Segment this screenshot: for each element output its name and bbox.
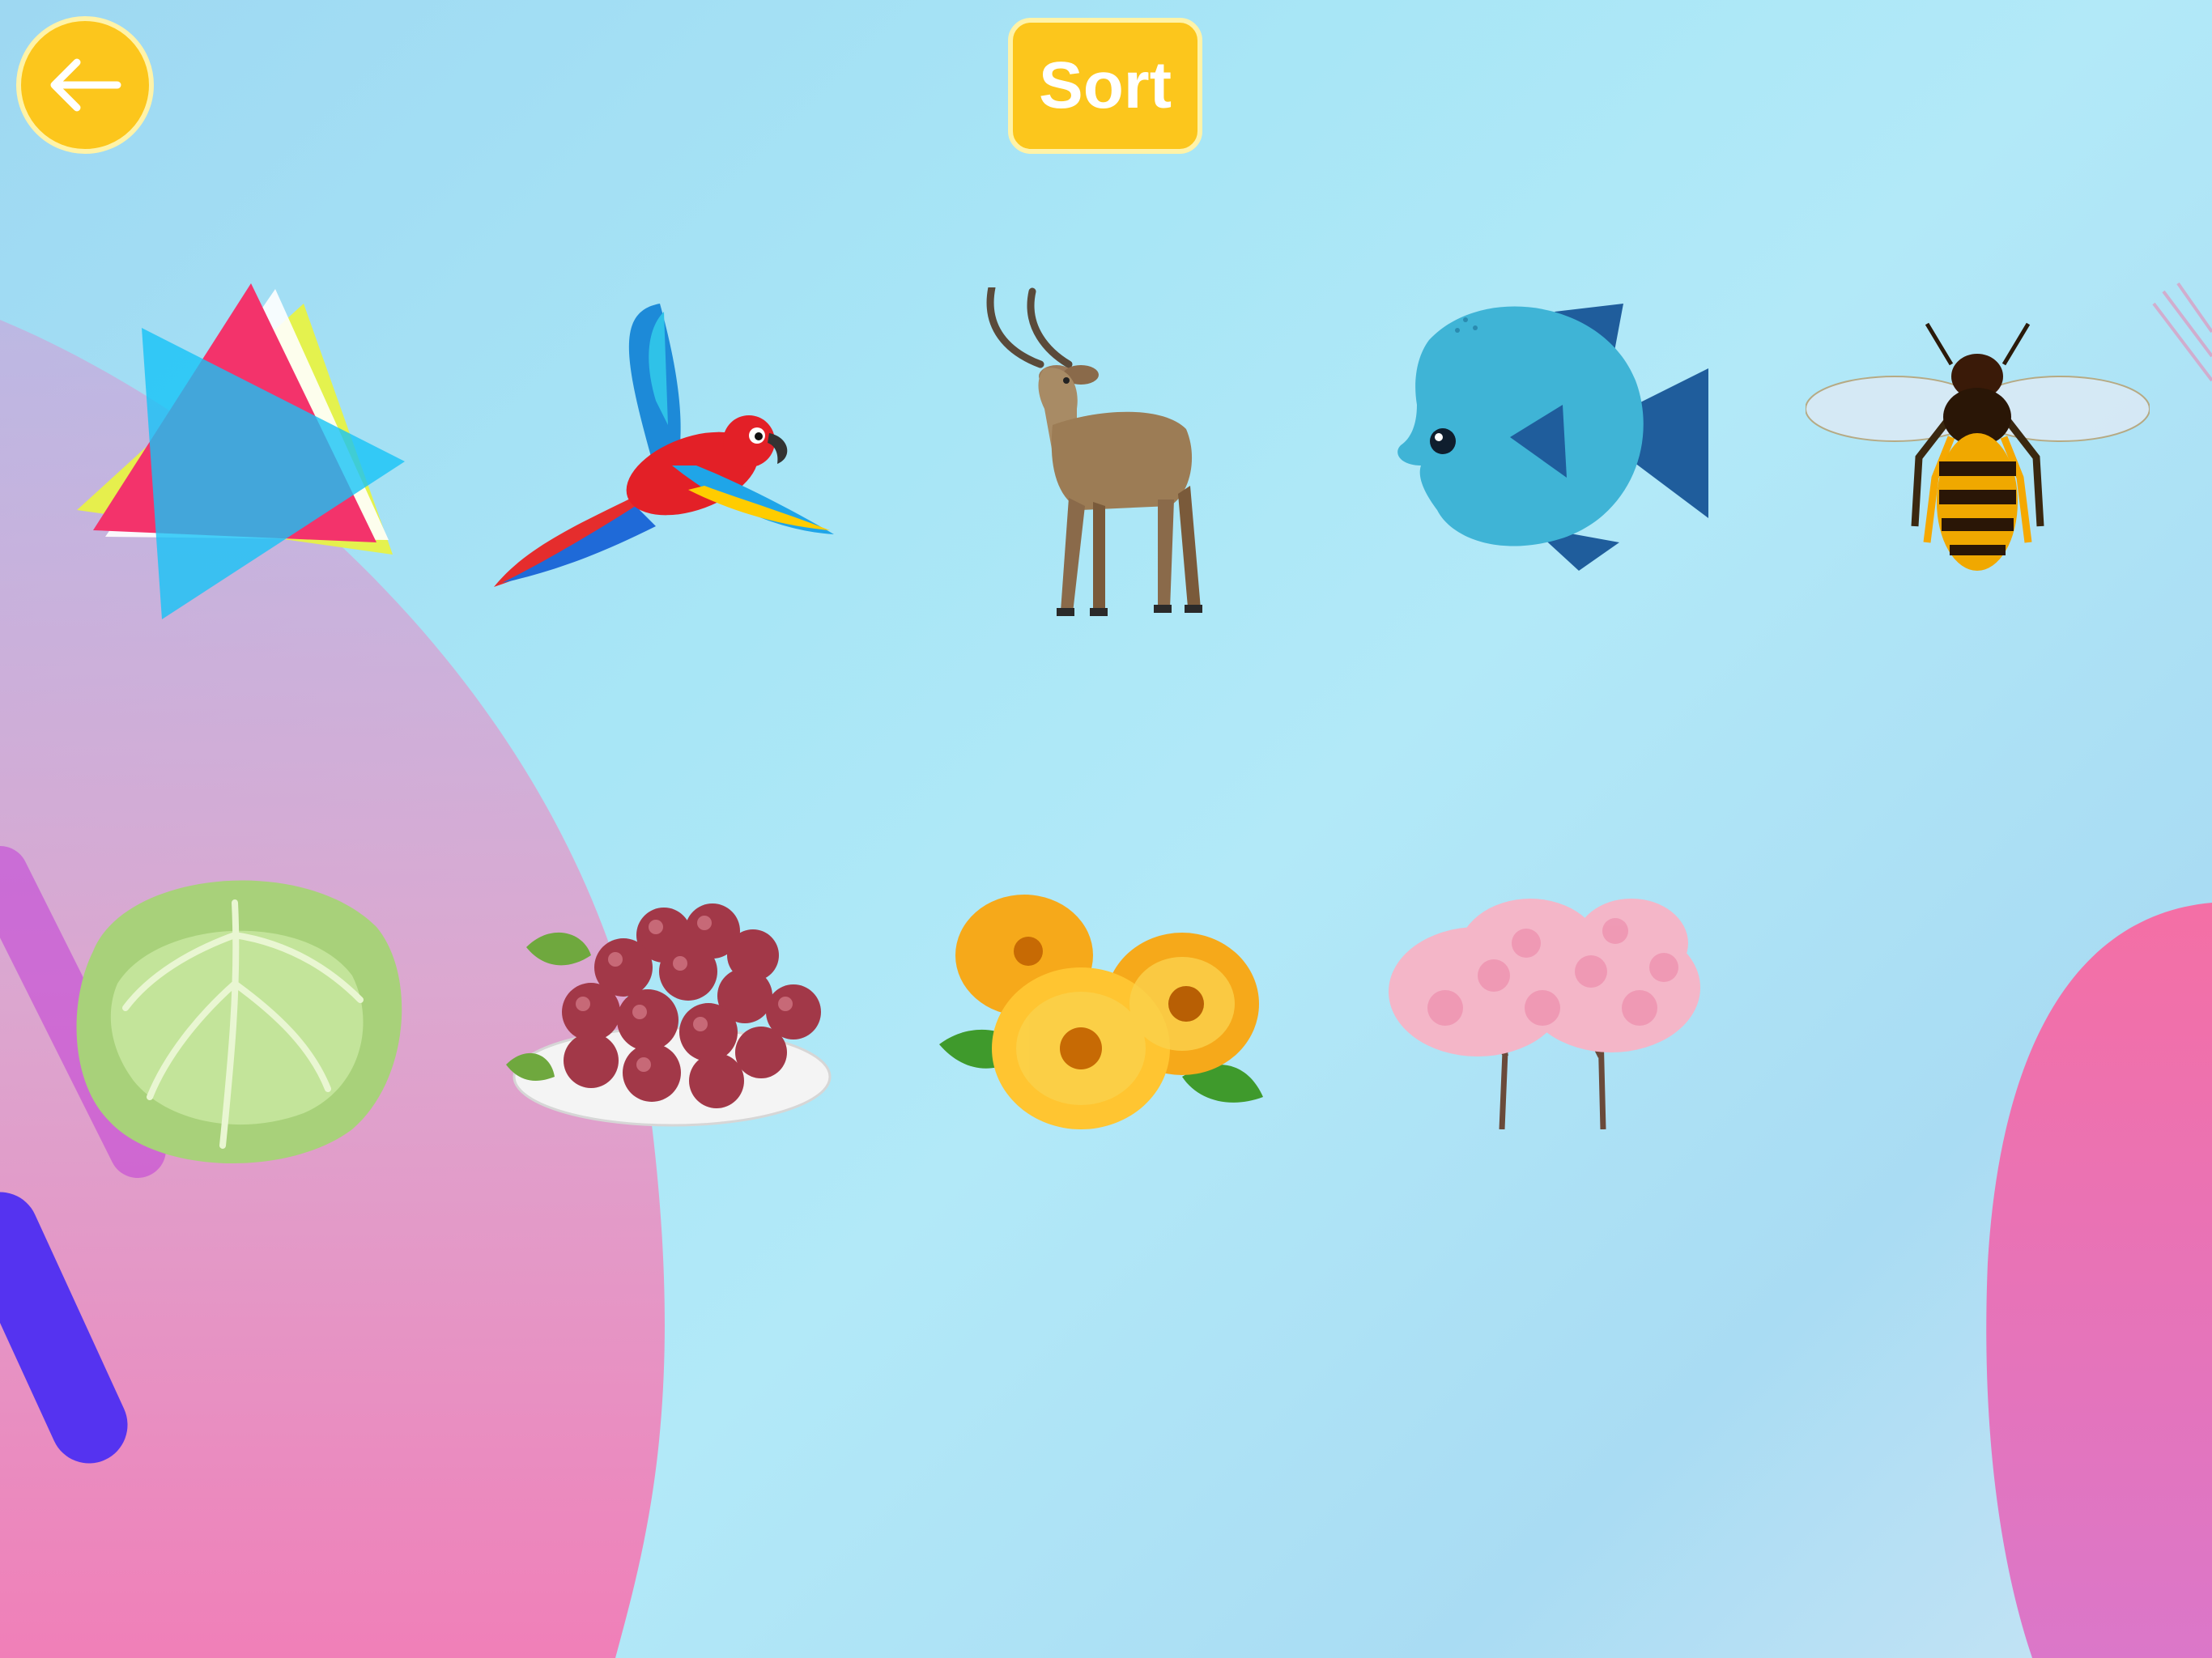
background-decoration — [0, 282, 2212, 1658]
flowers-card[interactable] — [939, 891, 1275, 1133]
antelope-card[interactable] — [976, 283, 1219, 619]
flowers-icon — [939, 895, 1263, 1129]
triangles-card[interactable] — [69, 279, 409, 627]
parrot-icon — [494, 304, 834, 587]
sort-button[interactable]: Sort — [1008, 18, 1202, 154]
cabbage-card[interactable] — [61, 854, 409, 1170]
cherry-blossom-trees-card[interactable] — [1389, 895, 1700, 1130]
fish-card[interactable] — [1393, 291, 1712, 571]
fish-icon — [1397, 304, 1708, 571]
bee-card[interactable] — [1805, 316, 2150, 579]
antelope-icon — [986, 283, 1202, 616]
cherry-blossom-trees-icon — [1389, 899, 1700, 1130]
back-button[interactable] — [16, 16, 154, 154]
arrow-left-icon — [50, 58, 121, 112]
cabbage-icon — [76, 880, 402, 1164]
triangles-icon — [77, 283, 405, 619]
grapes-icon — [506, 903, 832, 1127]
parrot-card[interactable] — [494, 304, 842, 591]
grapes-card[interactable] — [502, 891, 834, 1133]
bee-icon — [1805, 322, 2150, 571]
